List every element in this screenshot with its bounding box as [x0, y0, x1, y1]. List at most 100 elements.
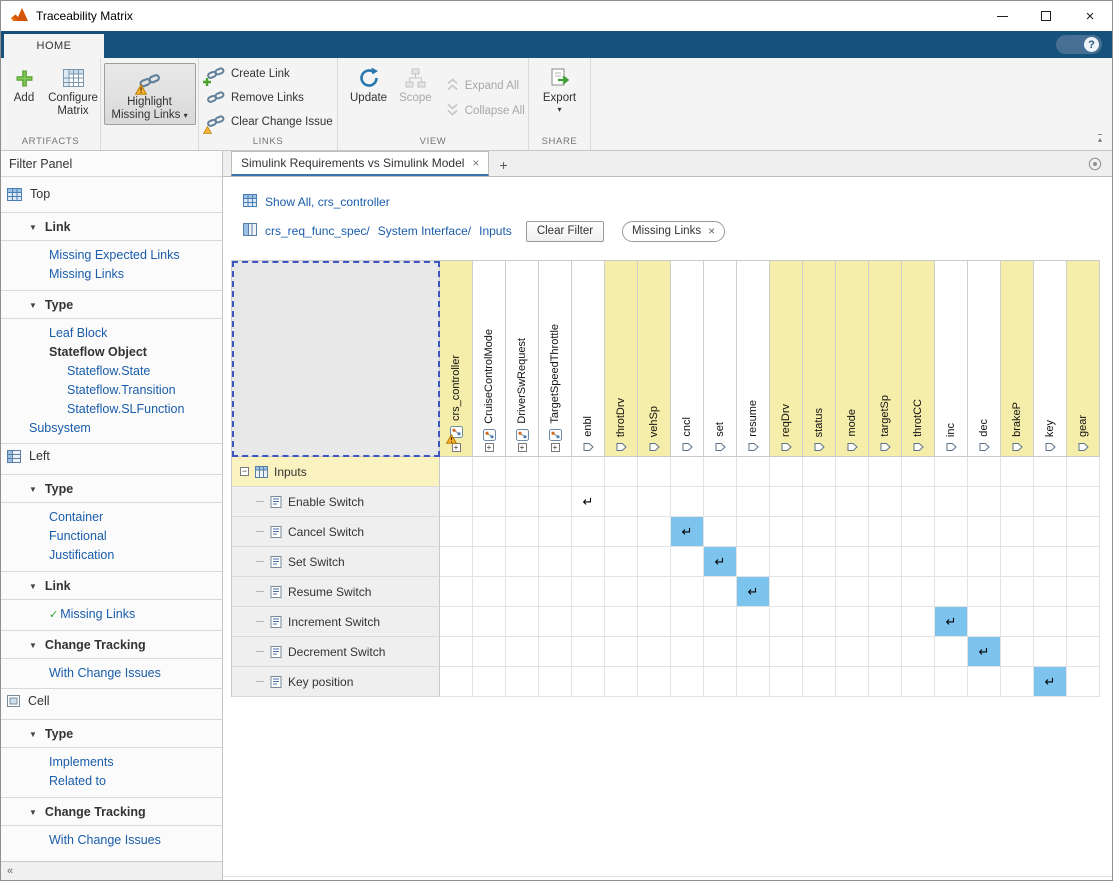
matrix-cell[interactable]: [605, 667, 638, 697]
matrix-cell[interactable]: [1034, 547, 1067, 577]
matrix-column-header-gear[interactable]: gear: [1067, 261, 1100, 457]
matrix-cell[interactable]: [935, 517, 968, 547]
matrix-cell[interactable]: [605, 547, 638, 577]
export-button[interactable]: Export ▾: [539, 62, 580, 116]
matrix-cell[interactable]: [605, 637, 638, 667]
matrix-cell[interactable]: [506, 667, 539, 697]
add-button[interactable]: Add: [4, 62, 44, 107]
filter-section-link[interactable]: ▼ Link: [1, 571, 222, 600]
matrix-link-cell[interactable]: ↵: [737, 577, 770, 607]
matrix-cell[interactable]: [902, 637, 935, 667]
matrix-column-header-cncl[interactable]: cncl: [671, 261, 704, 457]
matrix-corner-cell[interactable]: [232, 261, 440, 457]
matrix-cell[interactable]: [935, 457, 968, 487]
matrix-cell[interactable]: [506, 487, 539, 517]
matrix-cell[interactable]: [440, 607, 473, 637]
matrix-cell[interactable]: [1067, 637, 1100, 667]
update-button[interactable]: Update: [346, 62, 391, 107]
matrix-cell[interactable]: [440, 577, 473, 607]
matrix-cell[interactable]: [1067, 547, 1100, 577]
tab-matrix-document[interactable]: Simulink Requirements vs Simulink Model …: [231, 151, 490, 176]
matrix-cell[interactable]: [1001, 577, 1034, 607]
matrix-cell[interactable]: [770, 487, 803, 517]
matrix-cell[interactable]: [836, 637, 869, 667]
matrix-cell[interactable]: [1034, 607, 1067, 637]
artifact-root-top[interactable]: Top: [1, 182, 222, 206]
help-button[interactable]: ?: [1056, 35, 1102, 54]
matrix-cell[interactable]: [935, 637, 968, 667]
matrix-cell[interactable]: [704, 667, 737, 697]
matrix-column-header-vehsp[interactable]: vehSp: [638, 261, 671, 457]
matrix-cell[interactable]: [473, 487, 506, 517]
matrix-cell[interactable]: [539, 577, 572, 607]
matrix-cell[interactable]: [440, 667, 473, 697]
matrix-cell[interactable]: [539, 667, 572, 697]
create-link-button[interactable]: Create Link: [203, 64, 337, 86]
matrix-link-cell[interactable]: ↵: [671, 517, 704, 547]
matrix-cell[interactable]: [704, 577, 737, 607]
matrix-cell[interactable]: [440, 517, 473, 547]
matrix-cell[interactable]: [572, 457, 605, 487]
filter-item-leaf-block[interactable]: Leaf Block: [1, 324, 222, 343]
matrix-cell[interactable]: [836, 577, 869, 607]
matrix-column-header-reqdrv[interactable]: reqDrv: [770, 261, 803, 457]
filter-section-type[interactable]: ▼ Type: [1, 719, 222, 748]
matrix-cell[interactable]: [473, 457, 506, 487]
filter-item-missing-links[interactable]: Missing Links: [1, 265, 222, 284]
matrix-cell[interactable]: [1067, 667, 1100, 697]
matrix-cell[interactable]: [1067, 487, 1100, 517]
matrix-cell[interactable]: [869, 457, 902, 487]
matrix-cell[interactable]: [704, 457, 737, 487]
matrix-cell[interactable]: [803, 487, 836, 517]
matrix-cell[interactable]: [770, 667, 803, 697]
matrix-row-header-cancel-switch[interactable]: Cancel Switch: [232, 517, 440, 547]
matrix-link-cell[interactable]: ↵: [935, 607, 968, 637]
breadcrumb-show-all[interactable]: Show All, crs_controller: [265, 195, 390, 209]
matrix-cell[interactable]: [638, 577, 671, 607]
filter-item-justification[interactable]: Justification: [1, 546, 222, 565]
matrix-cell[interactable]: [770, 547, 803, 577]
matrix-cell[interactable]: [968, 547, 1001, 577]
matrix-cell[interactable]: [902, 517, 935, 547]
matrix-link-cell[interactable]: ↵: [1034, 667, 1067, 697]
matrix-cell[interactable]: [1034, 517, 1067, 547]
matrix-cell[interactable]: [1001, 487, 1034, 517]
matrix-cell[interactable]: [869, 637, 902, 667]
filter-item-missing-links[interactable]: ✓ Missing Links: [1, 605, 222, 624]
matrix-cell[interactable]: [803, 577, 836, 607]
matrix-row-header-set-switch[interactable]: Set Switch: [232, 547, 440, 577]
new-tab-button[interactable]: +: [499, 158, 507, 172]
matrix-row-header-increment-switch[interactable]: Increment Switch: [232, 607, 440, 637]
matrix-cell[interactable]: [869, 667, 902, 697]
matrix-cell[interactable]: [1001, 607, 1034, 637]
matrix-cell[interactable]: [803, 667, 836, 697]
matrix-cell[interactable]: [1034, 457, 1067, 487]
matrix-cell[interactable]: [605, 487, 638, 517]
matrix-cell[interactable]: [1067, 517, 1100, 547]
matrix-cell[interactable]: [671, 457, 704, 487]
matrix-cell[interactable]: [737, 457, 770, 487]
matrix-cell[interactable]: [671, 547, 704, 577]
matrix-column-header-key[interactable]: key: [1034, 261, 1067, 457]
matrix-cell[interactable]: [869, 607, 902, 637]
filter-item-related-to[interactable]: Related to: [1, 772, 222, 791]
matrix-cell[interactable]: [506, 517, 539, 547]
filter-item-with-change-issues[interactable]: With Change Issues: [1, 664, 222, 683]
expand-box-icon[interactable]: +: [517, 443, 527, 452]
matrix-cell[interactable]: [770, 607, 803, 637]
matrix-cell[interactable]: [638, 457, 671, 487]
matrix-cell[interactable]: [539, 637, 572, 667]
breadcrumb-part-root[interactable]: crs_req_func_spec/: [265, 224, 370, 238]
filter-section-change-tracking[interactable]: ▼ Change Tracking: [1, 797, 222, 826]
matrix-column-header-targetspeedthrottle[interactable]: TargetSpeedThrottle +: [539, 261, 572, 457]
matrix-cell[interactable]: [572, 547, 605, 577]
matrix-cell[interactable]: [737, 667, 770, 697]
matrix-cell[interactable]: [803, 457, 836, 487]
collapse-box-icon[interactable]: −: [240, 467, 249, 476]
matrix-cell[interactable]: [935, 667, 968, 697]
matrix-row-header-key-position[interactable]: Key position: [232, 667, 440, 697]
matrix-cell[interactable]: [440, 487, 473, 517]
matrix-cell[interactable]: [539, 547, 572, 577]
matrix-cell[interactable]: [473, 547, 506, 577]
matrix-cell[interactable]: [506, 577, 539, 607]
